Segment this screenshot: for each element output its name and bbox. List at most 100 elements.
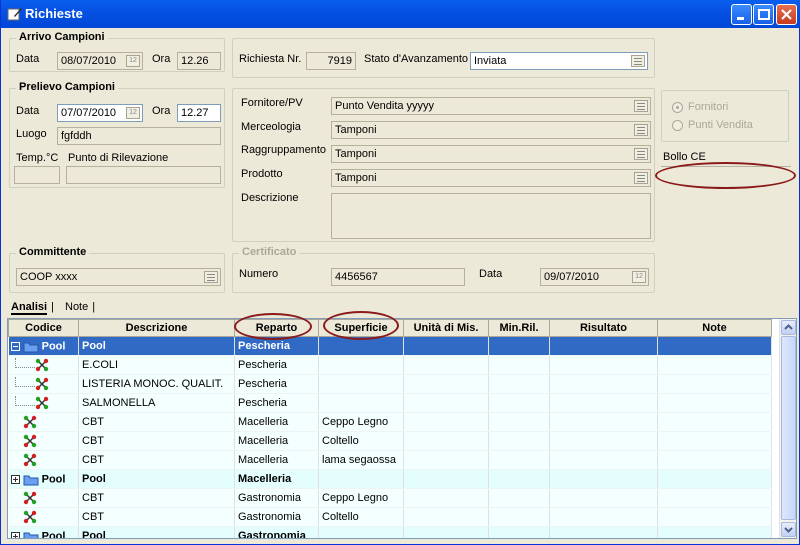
cell-codice: Pool [8, 526, 79, 540]
analisi-grid: Codice Descrizione Reparto Superficie Un… [7, 318, 797, 539]
certificato-data-label: Data [479, 268, 503, 280]
cell-codice [8, 431, 79, 451]
radio-fornitori[interactable] [672, 102, 683, 113]
certificato-data-field[interactable]: 09/07/2010 12 [540, 268, 649, 286]
table-row[interactable]: SALMONELLA Pescheria [8, 393, 772, 413]
cell-empty [657, 336, 772, 356]
col-unita[interactable]: Unità di Mis. [403, 319, 489, 337]
radio-punti-vendita[interactable] [672, 120, 683, 131]
committente-dropdown[interactable]: COOP xxxx [16, 268, 221, 286]
punto-rilevazione-field[interactable] [66, 166, 221, 184]
calendar-icon[interactable]: 12 [126, 107, 140, 119]
tab-analisi[interactable]: Analisi [11, 301, 48, 315]
calendar-icon[interactable]: 12 [632, 271, 646, 283]
table-row[interactable]: E.COLI Pescheria [8, 355, 772, 375]
dropdown-icon[interactable] [204, 271, 218, 283]
cell-codice [8, 393, 79, 413]
col-note[interactable]: Note [657, 319, 772, 337]
arrivo-campioni-group: Arrivo Campioni Data 08/07/2010 12 Ora 12… [9, 31, 225, 72]
tab-separator: | [51, 301, 54, 313]
tree-line [14, 358, 35, 368]
cell-empty [403, 507, 489, 527]
raggruppamento-dropdown[interactable]: Tamponi [331, 145, 651, 163]
maximize-button[interactable] [753, 4, 774, 25]
luogo-field[interactable]: fgfddh [57, 127, 221, 145]
calendar-icon[interactable]: 12 [126, 55, 140, 67]
cell-empty [403, 450, 489, 470]
arrivo-ora-field[interactable]: 12.26 [177, 52, 221, 70]
scroll-up-button[interactable] [781, 320, 796, 335]
tab-note[interactable]: Note [65, 301, 88, 313]
certificato-numero-field[interactable]: 4456567 [331, 268, 465, 286]
cell-descrizione: E.COLI [78, 355, 235, 375]
cell-empty [488, 488, 550, 508]
col-codice[interactable]: Codice [8, 319, 79, 337]
certificato-title: Certificato [239, 246, 300, 258]
fornitore-dropdown[interactable]: Punto Vendita yyyyy [331, 97, 651, 115]
col-risultato[interactable]: Risultato [549, 319, 658, 337]
cell-empty [549, 336, 658, 356]
punto-rilevazione-label: Punto di Rilevazione [68, 152, 169, 164]
dropdown-icon[interactable] [634, 172, 648, 184]
richiesta-nr-value: 7919 [327, 55, 352, 67]
highlight-oval [234, 313, 312, 340]
cell-empty [549, 488, 658, 508]
cell-codice [8, 488, 79, 508]
merceologia-value: Tamponi [335, 124, 377, 136]
cell-reparto: Gastronomia [234, 507, 319, 527]
cell-reparto: Pescheria [234, 374, 319, 394]
table-row[interactable]: CBT Macelleria Coltello [8, 431, 772, 451]
scroll-thumb[interactable] [781, 336, 796, 520]
folder-icon [23, 475, 39, 485]
prelievo-ora-field[interactable]: 12.27 [177, 104, 221, 122]
table-row[interactable]: CBT Macelleria lama segaossa [8, 450, 772, 470]
cell-empty [403, 469, 489, 489]
collapse-icon[interactable] [10, 341, 20, 351]
table-row[interactable]: CBT Gastronomia Coltello [8, 507, 772, 527]
arrivo-data-field[interactable]: 08/07/2010 12 [57, 52, 143, 70]
cell-reparto: Pescheria [234, 393, 319, 413]
certificato-numero-label: Numero [239, 268, 279, 280]
scroll-down-button[interactable] [781, 522, 796, 537]
expand-icon[interactable] [10, 474, 20, 484]
minimize-button[interactable] [731, 4, 752, 25]
dropdown-icon[interactable] [634, 100, 648, 112]
table-row[interactable]: LISTERIA MONOC. QUALIT. Pescheria [8, 374, 772, 394]
minimize-icon [737, 17, 744, 20]
table-row[interactable]: Pool Pool Gastronomia [8, 526, 772, 540]
luogo-label: Luogo [16, 128, 47, 140]
window-title: Richieste [25, 6, 83, 21]
prodotto-dropdown[interactable]: Tamponi [331, 169, 651, 187]
col-min-ril[interactable]: Min.Ril. [488, 319, 550, 337]
prelievo-ora-label: Ora [152, 105, 171, 117]
expand-icon[interactable] [10, 531, 20, 540]
certificato-data-value: 09/07/2010 [544, 271, 600, 283]
analysis-icon [23, 415, 36, 429]
table-row[interactable]: CBT Gastronomia Ceppo Legno [8, 488, 772, 508]
prelievo-campioni-title: Prelievo Campioni [16, 81, 118, 93]
dropdown-icon[interactable] [634, 148, 648, 160]
table-row[interactable]: CBT Macelleria Ceppo Legno [8, 412, 772, 432]
stato-dropdown[interactable]: Inviata [470, 52, 648, 70]
cell-codice-text: Pool [38, 529, 66, 539]
table-row[interactable]: Pool Pool Pescheria [8, 336, 772, 356]
cell-descrizione: Pool [78, 526, 235, 538]
prelievo-data-field[interactable]: 07/07/2010 12 [57, 104, 143, 122]
cell-codice [8, 450, 79, 470]
col-descrizione[interactable]: Descrizione [78, 319, 235, 337]
richiesta-nr-field: 7919 [306, 52, 356, 70]
temp-field[interactable] [14, 166, 60, 184]
vertical-scrollbar[interactable] [779, 319, 796, 538]
folder-icon [23, 532, 39, 538]
table-row[interactable]: Pool Pool Macelleria [8, 469, 772, 489]
arrivo-data-label: Data [16, 53, 40, 65]
dropdown-icon[interactable] [634, 124, 648, 136]
merceologia-dropdown[interactable]: Tamponi [331, 121, 651, 139]
dropdown-icon[interactable] [631, 55, 645, 67]
cell-superficie: lama segaossa [318, 450, 404, 470]
cell-empty [403, 374, 489, 394]
close-button[interactable] [776, 4, 797, 25]
window: Richieste Arrivo Campioni Data 08/07/201… [0, 0, 800, 545]
fornitore-group: Fornitore/PV Punto Vendita yyyyy Merceol… [232, 88, 655, 242]
descrizione-field[interactable] [331, 193, 651, 239]
